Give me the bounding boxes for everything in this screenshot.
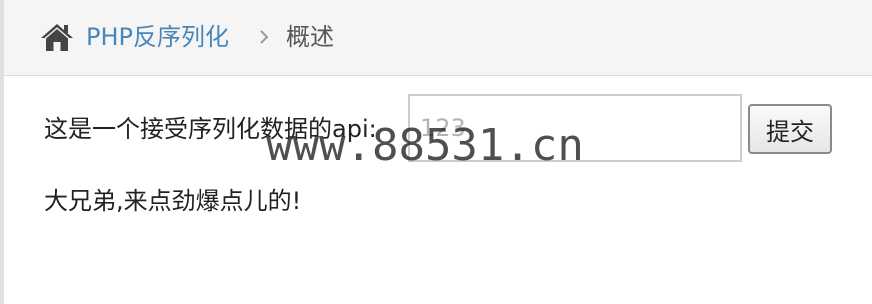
breadcrumb-link-php-unserialize[interactable]: PHP反序列化 xyxy=(86,20,229,54)
submit-button[interactable]: 提交 xyxy=(748,104,832,154)
response-message: 大兄弟,来点劲爆点儿的! xyxy=(44,187,302,215)
chevron-right-icon xyxy=(258,28,270,46)
breadcrumb: PHP反序列化 概述 xyxy=(4,0,872,76)
home-icon[interactable] xyxy=(40,22,74,52)
api-input[interactable] xyxy=(408,94,742,162)
page-frame: PHP反序列化 概述 这是一个接受序列化数据的api: 提交 大兄弟,来点劲爆点… xyxy=(0,0,872,304)
breadcrumb-current: 概述 xyxy=(286,23,334,51)
api-field-label: 这是一个接受序列化数据的api: xyxy=(44,115,377,143)
